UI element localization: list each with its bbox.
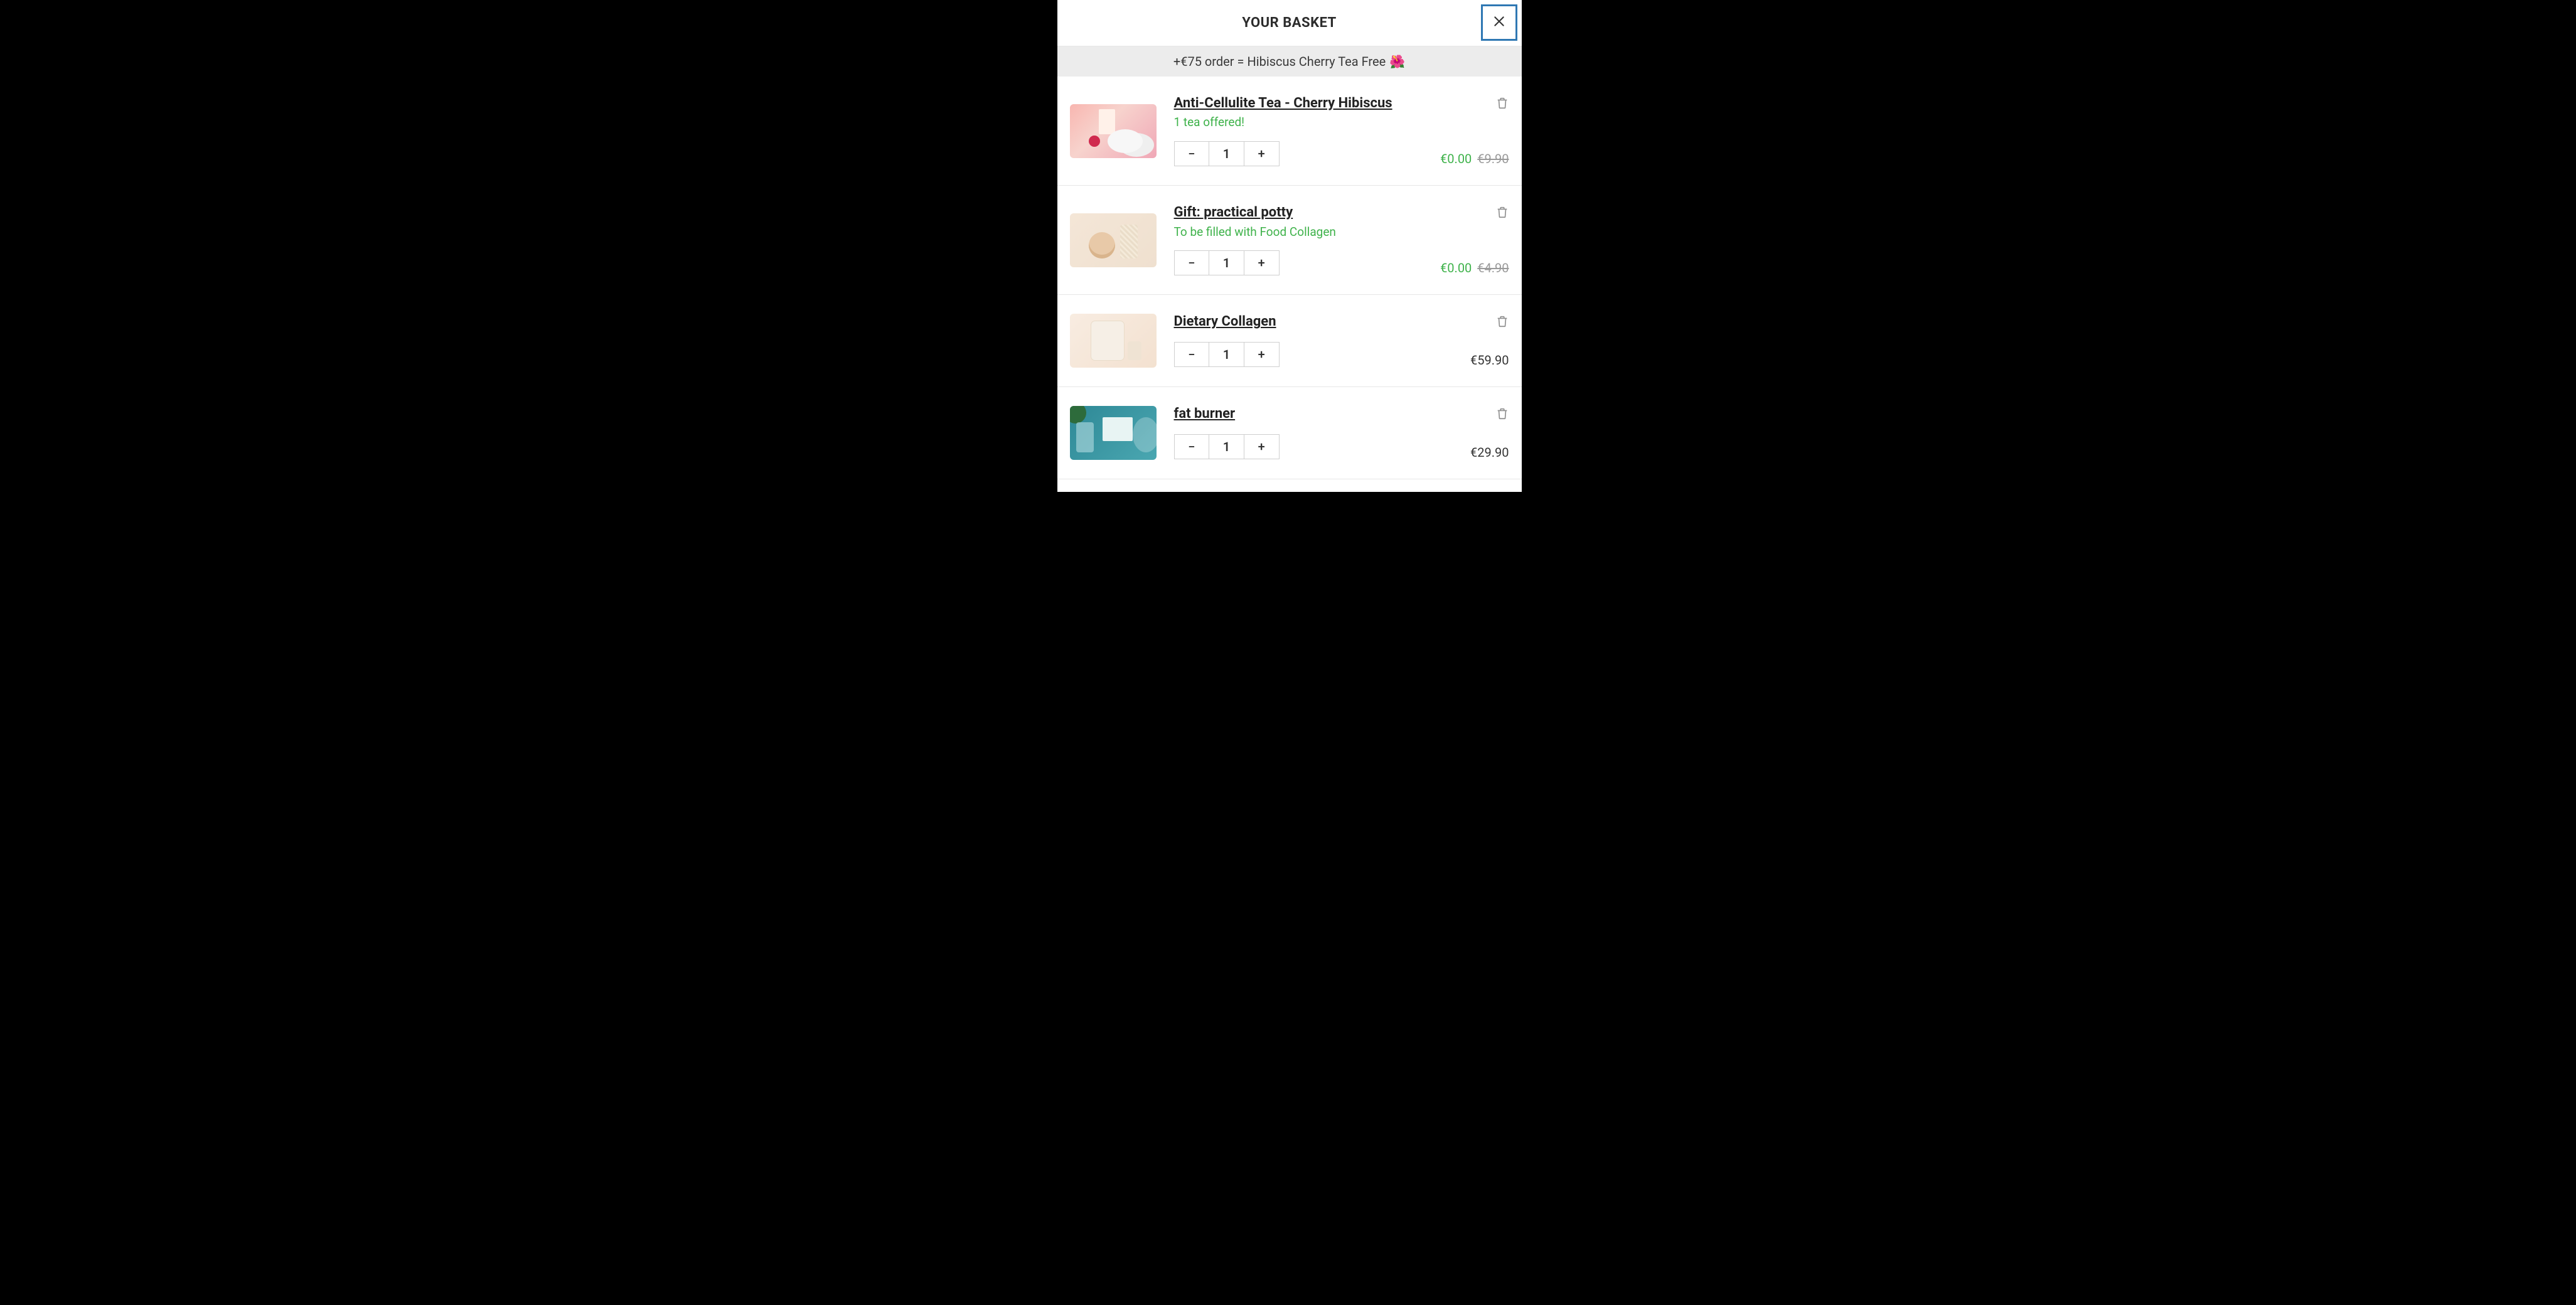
quantity-stepper: − 1 +: [1174, 141, 1280, 166]
increase-quantity-button[interactable]: +: [1244, 435, 1279, 459]
price-current: €59.90: [1470, 353, 1509, 368]
trash-icon: [1495, 314, 1509, 329]
product-title-link[interactable]: Anti-Cellulite Tea - Cherry Hibiscus: [1174, 95, 1423, 112]
basket-item: Dietary Collagen − 1 +: [1057, 295, 1522, 387]
quantity-stepper: − 1 +: [1174, 342, 1280, 367]
price-original: €9.90: [1477, 151, 1509, 166]
product-title-link[interactable]: fat burner: [1174, 406, 1423, 422]
trash-icon: [1495, 406, 1509, 421]
basket-item: Anti-Cellulite Tea - Cherry Hibiscus 1 t…: [1057, 77, 1522, 186]
quantity-value: 1: [1209, 435, 1244, 459]
price-current: €29.90: [1470, 445, 1509, 460]
quantity-stepper: − 1 +: [1174, 434, 1280, 459]
hibiscus-icon: 🌺: [1389, 54, 1405, 69]
basket-title: YOUR BASKET: [1242, 15, 1337, 31]
item-price: €0.00 €9.90: [1440, 151, 1509, 166]
basket-item: fat burner − 1 +: [1057, 387, 1522, 479]
product-offer-label: To be filled with Food Collagen: [1174, 225, 1423, 240]
promo-text: +€75 order = Hibiscus Cherry Tea Free: [1173, 54, 1386, 69]
decrease-quantity-button[interactable]: −: [1175, 435, 1209, 459]
product-info: fat burner − 1 +: [1174, 406, 1423, 460]
basket-panel: YOUR BASKET +€75 order = Hibiscus Cherry…: [1057, 0, 1522, 492]
basket-header: YOUR BASKET: [1057, 0, 1522, 46]
price-original: €4.90: [1477, 260, 1509, 275]
remove-item-button[interactable]: [1495, 95, 1509, 110]
product-thumbnail: [1070, 104, 1157, 158]
item-price: €29.90: [1470, 445, 1509, 460]
item-price: €59.90: [1470, 353, 1509, 368]
product-thumbnail: [1070, 213, 1157, 267]
product-title-link[interactable]: Dietary Collagen: [1174, 314, 1423, 330]
quantity-value: 1: [1209, 142, 1244, 166]
price-current: €0.00: [1440, 260, 1472, 275]
price-current: €0.00: [1440, 151, 1472, 166]
trash-icon: [1495, 95, 1509, 110]
increase-quantity-button[interactable]: +: [1244, 343, 1279, 366]
quantity-stepper: − 1 +: [1174, 250, 1280, 275]
remove-item-button[interactable]: [1495, 406, 1509, 421]
quantity-value: 1: [1209, 251, 1244, 275]
close-icon: [1493, 15, 1505, 30]
quantity-value: 1: [1209, 343, 1244, 366]
basket-item: Gift: practical potty To be filled with …: [1057, 186, 1522, 295]
product-thumbnail: [1070, 406, 1157, 460]
product-thumbnail: [1070, 314, 1157, 368]
increase-quantity-button[interactable]: +: [1244, 142, 1279, 166]
product-info: Anti-Cellulite Tea - Cherry Hibiscus 1 t…: [1174, 95, 1423, 166]
item-right: €59.90: [1440, 314, 1509, 368]
decrease-quantity-button[interactable]: −: [1175, 142, 1209, 166]
product-offer-label: 1 tea offered!: [1174, 115, 1423, 130]
promo-banner: +€75 order = Hibiscus Cherry Tea Free 🌺: [1057, 46, 1522, 77]
trash-icon: [1495, 205, 1509, 220]
product-info: Gift: practical potty To be filled with …: [1174, 205, 1423, 275]
item-right: €0.00 €9.90: [1440, 95, 1509, 166]
remove-item-button[interactable]: [1495, 205, 1509, 220]
item-right: €0.00 €4.90: [1440, 205, 1509, 275]
basket-items[interactable]: Anti-Cellulite Tea - Cherry Hibiscus 1 t…: [1057, 77, 1522, 492]
item-price: €0.00 €4.90: [1440, 260, 1509, 275]
product-info: Dietary Collagen − 1 +: [1174, 314, 1423, 368]
item-right: €29.90: [1440, 406, 1509, 460]
increase-quantity-button[interactable]: +: [1244, 251, 1279, 275]
close-button[interactable]: [1481, 4, 1517, 41]
decrease-quantity-button[interactable]: −: [1175, 251, 1209, 275]
decrease-quantity-button[interactable]: −: [1175, 343, 1209, 366]
remove-item-button[interactable]: [1495, 314, 1509, 329]
product-title-link[interactable]: Gift: practical potty: [1174, 205, 1423, 221]
